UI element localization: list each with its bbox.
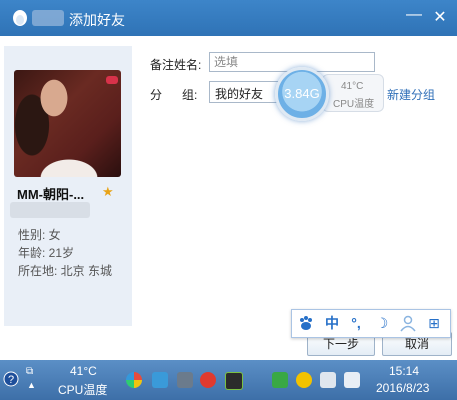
add-tool-icon[interactable] <box>296 372 312 388</box>
close-button[interactable]: ✕ <box>430 8 450 28</box>
cpu-temp-widget: 41°C CPU温度 <box>322 74 384 112</box>
speed-ball-widget[interactable]: 3.84G <box>275 67 329 121</box>
group-select-value: 我的好友 <box>215 87 264 101</box>
svg-text:?: ? <box>8 374 14 386</box>
paw-icon[interactable] <box>296 313 316 333</box>
blurred-username <box>32 10 64 26</box>
avatar[interactable] <box>14 70 121 177</box>
taskbar-cpu-label: CPU温度 <box>58 383 108 397</box>
new-group-link[interactable]: 新建分组 <box>387 86 435 103</box>
ime-chinese-mode[interactable]: 中 <box>322 313 342 333</box>
chevron-up-icon[interactable]: ▲ <box>27 380 36 390</box>
profile-gender: 性别: 女 <box>18 228 61 242</box>
grid-icon[interactable]: ⊞ <box>424 313 444 333</box>
blurred-account-id <box>10 202 90 218</box>
qq-penguin-icon <box>13 10 27 26</box>
profile-panel: MM-朝阳-... ★ 性别: 女 年龄: 21岁 所在地: 北京 东城 <box>4 46 132 326</box>
profile-location: 所在地: 北京 东城 <box>18 264 113 278</box>
ime-punctuation[interactable]: °, <box>346 313 366 333</box>
shield-icon[interactable] <box>272 372 288 388</box>
cpu-temp-value: 41°C <box>341 81 364 92</box>
network-user-icon[interactable] <box>177 372 193 388</box>
profile-nickname: MM-朝阳-... <box>17 187 85 202</box>
volume-icon[interactable] <box>344 372 360 388</box>
cpu-temp-label: CPU温度 <box>333 99 375 110</box>
nvidia-icon[interactable] <box>225 372 243 390</box>
taskbar-date[interactable]: 2016/8/23 <box>376 381 429 395</box>
add-friend-dialog: 添加好友 — ✕ MM-朝阳-... ★ 性别: 女 年龄: 21岁 所在地: … <box>0 0 457 360</box>
cube-icon[interactable] <box>152 372 168 388</box>
taskbar-cpu-temp: 41°C <box>70 364 97 378</box>
dialog-title: 添加好友 <box>69 12 125 28</box>
network-icon[interactable] <box>320 372 336 388</box>
ime-toolbar: 中 °, ☽ ⊞ <box>291 309 451 338</box>
chrome-icon[interactable] <box>126 372 142 388</box>
taskbar-time[interactable]: 15:14 <box>389 364 419 378</box>
moon-icon[interactable]: ☽ <box>372 313 392 333</box>
remark-label: 备注姓名: <box>150 58 202 72</box>
minimize-button[interactable]: — <box>404 7 424 28</box>
window-icon[interactable]: ⧉ <box>26 366 33 377</box>
star-icon: ★ <box>102 184 114 199</box>
profile-age: 年龄: 21岁 <box>18 246 75 260</box>
group-label: 分 组: <box>150 88 198 102</box>
help-icon[interactable]: ? <box>3 371 19 387</box>
user-icon[interactable] <box>398 313 418 333</box>
title-bar[interactable]: 添加好友 — ✕ <box>0 0 457 36</box>
netease-music-icon[interactable] <box>200 372 216 388</box>
